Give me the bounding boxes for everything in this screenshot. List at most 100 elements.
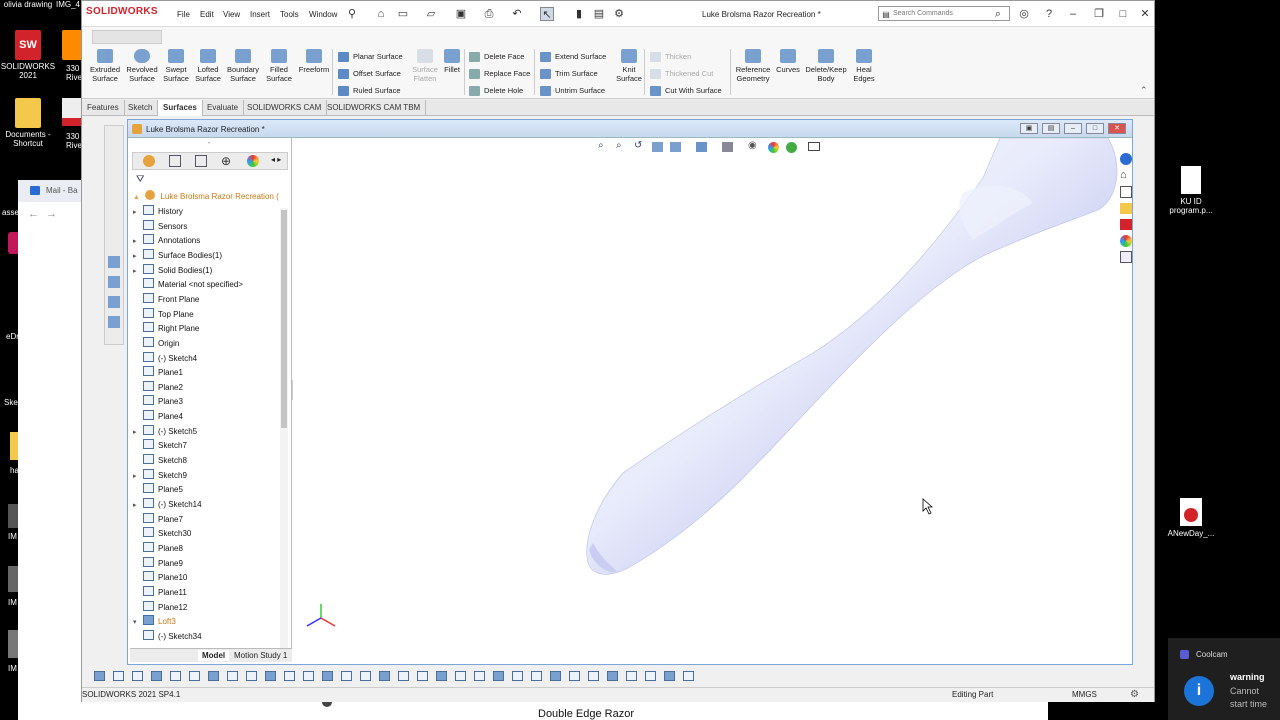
section-view-icon[interactable]	[108, 276, 120, 288]
appearance-icon[interactable]	[108, 316, 120, 328]
tree-item[interactable]: ▸ Sketch9	[133, 468, 187, 483]
delete-hole-button[interactable]: Delete Hole	[469, 85, 523, 97]
revolved-surface-button[interactable]: Revolved Surface	[123, 49, 161, 83]
tree-item[interactable]: ▾ Loft3	[133, 614, 176, 629]
tree-root[interactable]: ▲ Luke Brolsma Razor Recreation (	[133, 189, 279, 204]
filter-icon[interactable]: ⛛	[136, 174, 144, 185]
edit-appearance-icon[interactable]	[768, 142, 779, 153]
doc-icon-button[interactable]: ▣	[1020, 123, 1038, 134]
file-explorer-icon[interactable]	[1120, 203, 1132, 214]
home-icon[interactable]: ⌂	[374, 7, 388, 21]
graphics-area[interactable]: ⌕ ⌕ ↺ ◉	[293, 137, 1132, 658]
undo-icon[interactable]: ↶	[510, 7, 524, 21]
fillet-icon[interactable]	[455, 671, 466, 681]
text-icon[interactable]	[493, 671, 504, 681]
select-cursor-icon[interactable]: ↖	[540, 7, 554, 21]
scale-icon[interactable]	[664, 671, 675, 681]
tree-item[interactable]: Plane9	[133, 556, 183, 571]
desktop-icon-ku-id[interactable]: KU ID program.p...	[1161, 166, 1221, 215]
thickened-cut-button[interactable]: Thickened Cut	[650, 68, 713, 80]
menu-tools[interactable]: Tools	[280, 10, 299, 19]
extend-surface-button[interactable]: Extend Surface	[540, 51, 606, 63]
doc-minimize-icon[interactable]: –	[1064, 123, 1082, 134]
thicken-button[interactable]: Thicken	[650, 51, 691, 63]
tree-item[interactable]: Plane7	[133, 512, 183, 527]
tab-solidworks-cam[interactable]: SOLIDWORKS CAM	[242, 100, 328, 116]
view-palette-icon[interactable]	[1120, 219, 1132, 230]
configurationmanager-icon[interactable]	[195, 155, 207, 167]
tree-item[interactable]: ▸ Surface Bodies(1)	[133, 248, 222, 263]
line-icon[interactable]	[208, 671, 219, 681]
more-tabs-icon[interactable]: ◂ ▸	[271, 155, 281, 164]
desktop-icon-documents[interactable]: Documents - Shortcut	[0, 98, 56, 148]
arc-icon[interactable]	[265, 671, 276, 681]
delete-face-button[interactable]: Delete Face	[469, 51, 524, 63]
tree-item[interactable]: Origin	[133, 336, 179, 351]
fillet-button[interactable]: Fillet	[437, 49, 467, 74]
rebuild-icon[interactable]: ▮	[572, 7, 586, 21]
apply-scene-icon[interactable]	[786, 142, 797, 153]
tab-motion-study[interactable]: Motion Study 1	[234, 651, 287, 660]
snap-icon[interactable]	[550, 671, 561, 681]
dimension-icon[interactable]	[436, 671, 447, 681]
close-icon[interactable]: ✕	[1138, 7, 1152, 21]
illustrator-icon[interactable]	[62, 30, 82, 60]
minimize-icon[interactable]: –	[1066, 7, 1080, 21]
back-arrow-icon[interactable]: ←	[28, 208, 39, 220]
displaymanager-icon[interactable]	[247, 155, 259, 167]
solidworks-resources-icon[interactable]	[1120, 153, 1132, 165]
featuremanager-icon[interactable]	[143, 155, 155, 167]
menu-edit[interactable]: Edit	[200, 10, 214, 19]
print-icon[interactable]: ⎙	[482, 7, 496, 21]
doc-tile-button[interactable]: ▤	[1042, 123, 1060, 134]
maximize-icon[interactable]: □	[1116, 7, 1130, 21]
dynamic-annotation-icon[interactable]	[670, 142, 681, 152]
trim-surface-button[interactable]: Trim Surface	[540, 68, 598, 80]
propertymanager-icon[interactable]	[169, 155, 181, 167]
reference-geometry-button[interactable]: Reference Geometry	[734, 49, 772, 83]
display-icon[interactable]	[569, 671, 580, 681]
restore-icon[interactable]: ❐	[1092, 7, 1106, 21]
pin-icon[interactable]: ⚲	[345, 7, 359, 21]
search-icon[interactable]: ⌕	[991, 7, 1005, 21]
custom-properties-icon[interactable]	[1120, 251, 1132, 263]
heal-edges-button[interactable]: Heal Edges	[846, 49, 882, 83]
tree-item[interactable]: Plane10	[133, 570, 187, 585]
view-icon[interactable]	[108, 256, 120, 268]
previous-view-icon[interactable]: ↺	[634, 140, 642, 151]
solidworks-logo[interactable]: SOLIDWORKS	[86, 6, 158, 17]
pdf-icon[interactable]	[62, 98, 82, 126]
new-document-icon[interactable]: ▭	[396, 7, 410, 21]
tree-item[interactable]: Top Plane	[133, 307, 194, 322]
tree-item[interactable]: Plane2	[133, 380, 183, 395]
menu-file[interactable]: File	[177, 10, 190, 19]
tree-item[interactable]: (-) Sketch34	[133, 629, 202, 644]
tree-item[interactable]: ▸ (-) Sketch5	[133, 424, 197, 439]
menu-window[interactable]: Window	[309, 10, 337, 19]
layer-icon[interactable]	[626, 671, 637, 681]
point-icon[interactable]	[227, 671, 238, 681]
collapse-ribbon-icon[interactable]: ⌃	[1140, 85, 1148, 96]
display-icon[interactable]	[108, 296, 120, 308]
view-icon[interactable]	[94, 671, 105, 681]
view-settings-icon[interactable]	[808, 142, 820, 151]
mail-tab[interactable]: Mail - Ba	[18, 180, 88, 202]
circle-icon[interactable]	[284, 671, 295, 681]
tree-item[interactable]: Sketch30	[133, 526, 191, 541]
units-text[interactable]: MMGS	[1072, 690, 1097, 699]
section-view-icon[interactable]	[652, 142, 663, 152]
tree-item[interactable]: ▸ Solid Bodies(1)	[133, 263, 212, 278]
lofted-surface-button[interactable]: Lofted Surface	[189, 49, 227, 83]
tab-evaluate[interactable]: Evaluate	[202, 100, 245, 116]
tree-item[interactable]: Plane12	[133, 600, 187, 615]
tab-model[interactable]: Model	[198, 650, 230, 661]
tree-item[interactable]: Plane8	[133, 541, 183, 556]
tab-sketch[interactable]: Sketch	[123, 100, 159, 116]
convert-icon[interactable]	[398, 671, 409, 681]
tree-item[interactable]: Plane11	[133, 585, 187, 600]
desktop-icon-drawing[interactable]: olivia drawing	[0, 0, 56, 9]
open-folder-icon[interactable]: ▱	[424, 7, 438, 21]
home-icon[interactable]: ⌂	[1120, 169, 1127, 181]
ruled-surface-button[interactable]: Ruled Surface	[338, 85, 401, 97]
grid-icon[interactable]	[531, 671, 542, 681]
